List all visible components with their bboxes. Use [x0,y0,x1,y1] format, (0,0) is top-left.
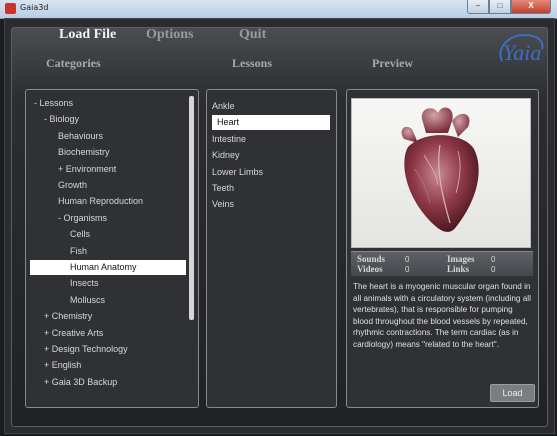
menu-quit[interactable]: Quit [239,27,266,43]
category-item[interactable]: Fish [70,244,87,259]
lesson-item[interactable]: Ankle [212,99,330,114]
maximize-button[interactable]: □ [489,0,511,14]
category-item[interactable]: + Chemistry [44,309,92,324]
lessons-heading: Lessons [232,56,273,70]
preview-panel: Sounds 0 Images 0 Videos 0 Links 0 The h… [346,89,539,408]
sounds-label: Sounds [357,254,386,264]
lesson-item[interactable]: Lower Limbs [212,165,330,180]
category-item[interactable]: + Gaia 3D Backup [44,375,117,390]
category-item[interactable]: Growth [58,178,87,193]
category-item[interactable]: Biochemistry [58,145,110,160]
images-label: Images [447,254,475,264]
category-item[interactable]: Molluscs [70,293,105,308]
lesson-item[interactable]: Kidney [212,148,330,163]
window-controls: – □ X [467,0,551,14]
images-count: 0 [491,255,496,264]
lesson-item[interactable]: Intestine [212,132,330,147]
sounds-count: 0 [405,255,410,264]
categories-scrollbar[interactable] [189,92,195,404]
links-count: 0 [491,265,496,274]
lessons-panel[interactable]: Ankle Heart Intestine Kidney Lower Limbs Teet… [206,89,337,408]
categories-heading: Categories [46,56,101,70]
categories-panel[interactable]: - Lessons - Biology Behaviours Biochemistry… [25,89,199,408]
menu-load-file[interactable]: Load File [59,27,116,43]
category-item[interactable]: - Organisms [58,211,107,226]
minimize-button[interactable]: – [467,0,489,14]
preview-heading: Preview [372,56,414,70]
category-item[interactable]: + Creative Arts [44,326,103,341]
category-item[interactable]: Insects [70,276,99,291]
category-item[interactable]: + Environment [58,162,116,177]
menu-options[interactable]: Options [146,27,193,43]
gaia-logo: Yaia [499,33,544,65]
videos-label: Videos [357,264,383,274]
media-stats-bar: Sounds 0 Images 0 Videos 0 Links 0 [351,251,533,276]
category-item[interactable]: Behaviours [58,129,103,144]
close-button[interactable]: X [511,0,551,14]
lesson-item[interactable]: Heart [212,115,330,131]
category-item[interactable]: + Design Technology [44,342,128,357]
heart-illustration [401,107,479,232]
load-button[interactable]: Load [490,384,535,402]
category-item[interactable]: - Lessons [34,96,73,111]
videos-count: 0 [405,265,410,274]
lesson-item[interactable]: Teeth [212,181,330,196]
category-item[interactable]: Cells [70,227,90,242]
logo-text: Yaia [503,40,541,65]
heart-preview-image [351,98,531,248]
app-icon [5,3,16,14]
category-item[interactable]: - Biology [44,112,79,127]
lesson-item[interactable]: Veins [212,197,330,212]
lesson-description: The heart is a myogenic muscular organ f… [353,282,531,349]
links-label: Links [447,264,470,274]
category-item[interactable]: Human Anatomy [30,260,186,275]
category-item[interactable]: Human Reproduction [58,194,143,209]
category-item[interactable]: + English [44,358,81,373]
window-titlebar: Gaia3d – □ X [0,0,557,19]
scrollbar-thumb[interactable] [189,96,194,320]
window-title: Gaia3d [20,3,49,12]
